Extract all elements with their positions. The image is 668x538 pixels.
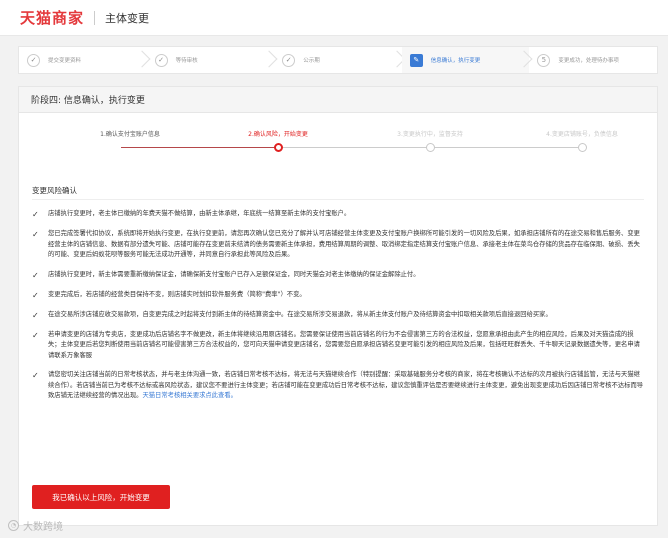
- watermark-text: 大数跨境: [23, 522, 63, 533]
- check-icon: ✓: [282, 53, 296, 67]
- risk-item: ✓ 店铺执行变更时，老主体已缴纳的年费天猫不做结算，由新主体承继，年底统一结算至…: [32, 209, 644, 220]
- risk-text: 店铺执行变更时，老主体已缴纳的年费天猫不做结算，由新主体承继，年底统一结算至新主…: [48, 210, 351, 217]
- risk-text: 您已完成签署代扣协议，系统即将开始执行变更，在执行变更前，请您再次确认您已充分了…: [48, 230, 640, 258]
- step-submit-materials: ✓ 提交变更资料: [19, 47, 151, 73]
- check-icon: ✓: [27, 53, 40, 67]
- check-icon: ✓: [32, 270, 39, 280]
- stage-card: 阶段四: 信息确认，执行变更 1.确认支付宝账户信息 2.确认风险，开始变更 3…: [18, 86, 658, 526]
- section-title: 变更风险确认: [32, 186, 77, 195]
- progress-label-1: 1.确认支付宝账户信息: [100, 131, 160, 138]
- watermark-logo-icon: ◔: [8, 520, 19, 531]
- section-divider: [32, 199, 644, 200]
- risk-text-container: 请您密切关注店铺当前的日常考核状态，并与老主体沟通一致，若店铺日常考核不达标，将…: [48, 370, 644, 402]
- step-publicity: ✓ 公示期: [274, 47, 406, 73]
- risk-item: ✓ 变更完成后，若店铺的经营类目保持不变，则店铺实时划扣软件服务费（简称"费率"…: [32, 290, 644, 301]
- step-label: 等待审核: [175, 58, 198, 64]
- risk-list: ✓ 店铺执行变更时，老主体已缴纳的年费天猫不做结算，由新主体承继，年底统一结算至…: [32, 209, 644, 411]
- risk-text: 在途交易所涉店铺应收交易款项，自变更完成之时起将支付到新主体的待结算资金中。在途…: [48, 310, 552, 318]
- step-label: 信息确认，执行变更: [430, 58, 481, 64]
- header-divider: [94, 10, 96, 25]
- progress-label-4: 4.变更店铺账号，负债信息: [546, 131, 618, 138]
- sub-progress: 1.确认支付宝账户信息 2.确认风险，开始变更 3.变更执行中，监督支持 4.变…: [19, 125, 659, 165]
- edit-icon: ✎: [409, 53, 423, 67]
- daily-assessment-link[interactable]: 天猫日常考核相关要求点此查看。: [142, 392, 236, 399]
- risk-text: 请您密切关注店铺当前的日常考核状态，并与老主体沟通一致，若店铺日常考核不达标，将…: [48, 371, 644, 399]
- step-label: 公示期: [303, 58, 320, 64]
- check-icon: ✓: [32, 371, 39, 380]
- check-icon: ✓: [154, 53, 168, 67]
- risk-item: ✓ 请您密切关注店铺当前的日常考核状态，并与老主体沟通一致，若店铺日常考核不达标…: [32, 370, 644, 402]
- progress-node-done-marker: [121, 147, 129, 148]
- step-await-review: ✓ 等待审核: [147, 47, 278, 73]
- check-icon: ✓: [32, 310, 39, 320]
- watermark: ◔ 大数跨境: [8, 518, 63, 533]
- check-icon: ✓: [32, 230, 39, 239]
- check-icon: ✓: [32, 210, 39, 219]
- progress-line-done: [125, 147, 278, 148]
- check-icon: ✓: [32, 290, 39, 300]
- risk-item: ✓ 店铺执行变更时，新主体需要重新缴纳保证金，请确保新支付宝账户已存入足额保证金…: [32, 270, 644, 281]
- main-steps: ✓ 提交变更资料 ✓ 等待审核 ✓ 公示期 ✎ 信息确认，执行变更 5 变更成功…: [18, 46, 658, 74]
- confirm-start-change-button[interactable]: 我已确认以上风险，开始变更: [32, 485, 170, 509]
- step-success-todo: 5 变更成功，处理待办事项: [529, 47, 657, 73]
- check-icon: ✓: [32, 330, 39, 340]
- risk-text: 店铺执行变更时，新主体需要重新缴纳保证金，请确保新支付宝账户已存入足额保证金，同…: [48, 270, 420, 278]
- risk-text: 变更完成后，若店铺的经营类目保持不变，则店铺实时划扣软件服务费（简称"费率"）不…: [48, 290, 306, 298]
- step-number-icon: 5: [537, 53, 551, 67]
- brand-logo[interactable]: 天猫商家: [20, 7, 84, 28]
- progress-label-2: 2.确认风险，开始变更: [248, 131, 308, 138]
- step-confirm-execute: ✎ 信息确认，执行变更: [401, 47, 533, 73]
- progress-node-active: [274, 143, 283, 152]
- page-title: 主体变更: [105, 11, 150, 25]
- progress-node-todo: [578, 143, 587, 152]
- step-label: 提交变更资料: [48, 58, 82, 64]
- step-label: 变更成功，处理待办事项: [558, 58, 619, 64]
- progress-node-todo: [426, 143, 435, 152]
- risk-item: ✓ 若申请变更的店铺为专卖店，变更成功后店铺名字不做更改，新主体将继续沿用原店铺…: [32, 330, 644, 362]
- stage-title: 阶段四: 信息确认，执行变更: [19, 87, 657, 113]
- risk-text: 若申请变更的店铺为专卖店，变更成功后店铺名字不做更改，新主体将继续沿用原店铺名。…: [48, 330, 640, 359]
- risk-item: ✓ 您已完成签署代扣协议，系统即将开始执行变更，在执行变更前，请您再次确认您已充…: [32, 229, 644, 261]
- top-header: 天猫商家 主体变更: [0, 0, 668, 36]
- risk-item: ✓ 在途交易所涉店铺应收交易款项，自变更完成之时起将支付到新主体的待结算资金中。…: [32, 310, 644, 321]
- progress-label-3: 3.变更执行中，监督支持: [397, 131, 463, 138]
